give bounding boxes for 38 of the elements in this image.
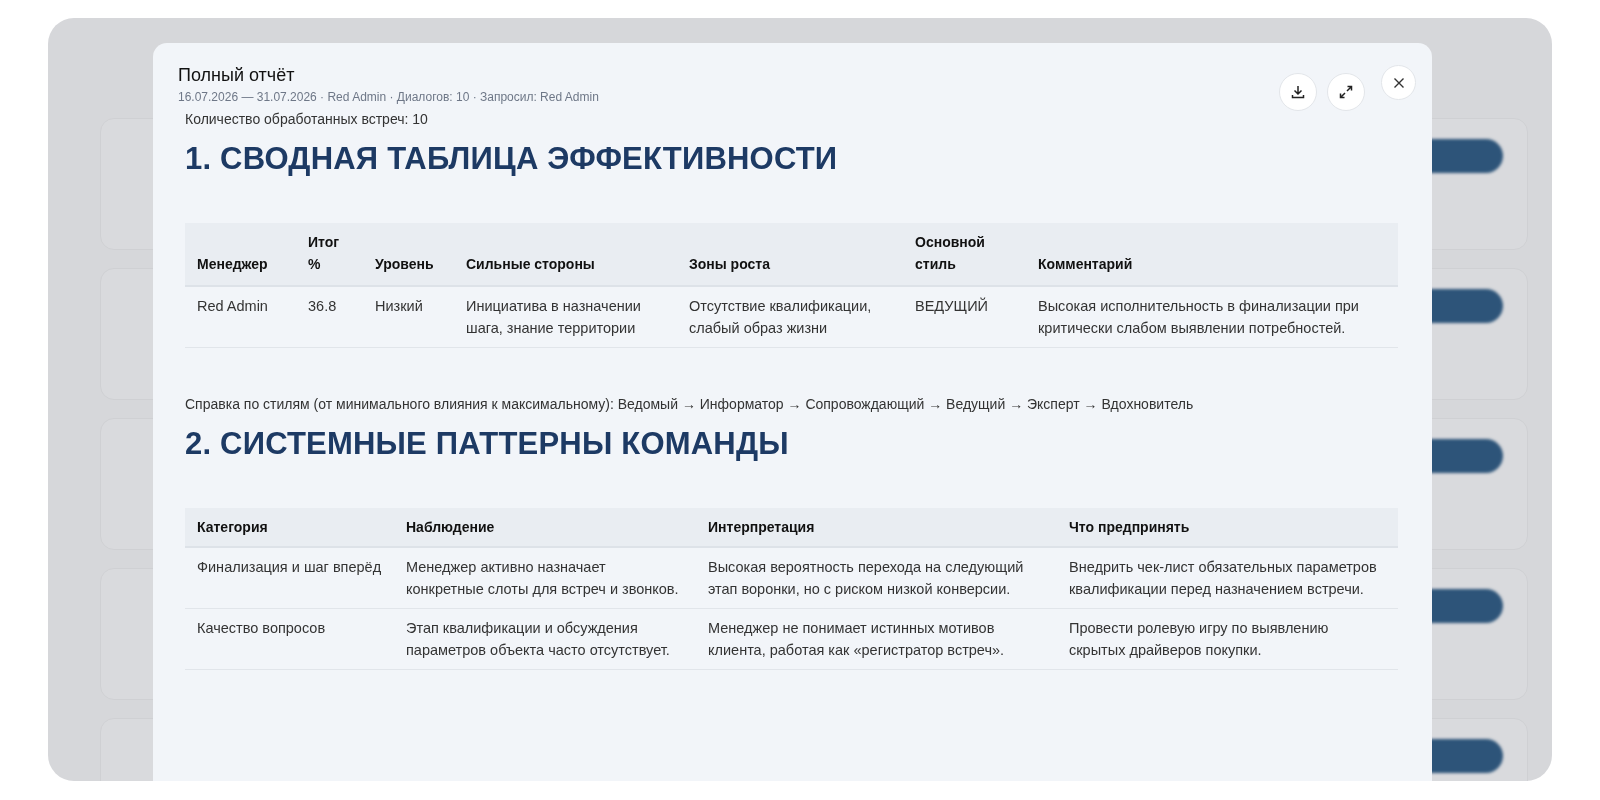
- modal-title: Полный отчёт: [178, 65, 296, 86]
- column-header: Зоны роста: [689, 256, 770, 272]
- table-cell: ВЕДУЩИЙ: [915, 298, 988, 314]
- table-cell: Качество вопросов: [197, 620, 326, 636]
- table-cell: Менеджер не понимает истинных мотивов клиента, работая как «регистратор встреч».: [708, 620, 1005, 658]
- table-cell: Провести ролевую игру по выявлению скрытых драйверов покупки.: [1069, 620, 1329, 658]
- table-cell: Финализация и шаг вперёд: [197, 559, 382, 575]
- column-header: Итог %: [308, 234, 340, 272]
- column-header: Комментарий: [1038, 256, 1133, 272]
- close-icon: [1392, 76, 1405, 89]
- report-intro: Количество обработанных встреч: 10: [185, 111, 429, 127]
- column-header: Сильные стороны: [466, 256, 595, 272]
- table-cell: Низкий: [375, 298, 423, 314]
- table-cell: Внедрить чек-лист обязательных параметров квалификации перед назначением встречи.: [1069, 559, 1377, 597]
- column-header: Менеджер: [197, 256, 268, 272]
- download-button[interactable]: [1279, 73, 1317, 111]
- column-header: Уровень: [375, 256, 434, 272]
- table-cell: Инициатива в назначении шага, знание территории: [466, 298, 641, 336]
- column-header: Основной стиль: [915, 234, 985, 272]
- table-cell: Высокая вероятность перехода на следующий этап воронки, но с риском низкой конверсии.: [708, 559, 1024, 597]
- column-header: Интерпретация: [708, 519, 815, 535]
- column-header: Наблюдение: [406, 519, 495, 535]
- table-cell: 36.8: [308, 298, 337, 314]
- column-header: Что предпринять: [1069, 519, 1190, 535]
- table-cell: Менеджер активно назначает конкретные слоты для встреч и звонков.: [406, 559, 679, 597]
- table-cell: Отсутствие квалификации, слабый образ жизни: [689, 298, 872, 336]
- style-reference-note: Справка по стилям (от минимального влияния к максимальному): Ведомый → Информатор → Сопровождающий → Ведущий → Эксперт → Вдохновитель: [185, 396, 1195, 412]
- section-heading: 2. СИСТЕМНЫЕ ПАТТЕРНЫ КОМАНДЫ: [185, 426, 790, 462]
- table-cell: Высокая исполнительность в финализации при критически слабом выявлении потребностей.: [1038, 298, 1359, 336]
- table-cell: Этап квалификации и обсуждения параметров объекта часто отсутствует.: [406, 620, 670, 658]
- download-icon: [1290, 84, 1306, 100]
- column-header: Категория: [197, 519, 268, 535]
- section-heading: 1. СВОДНАЯ ТАБЛИЦА ЭФФЕКТИВНОСТИ: [185, 141, 839, 177]
- modal-subtitle: 16.07.2026 — 31.07.2026 · Red Admin · Диалогов: 10 · Запросил: Red Admin: [178, 90, 600, 104]
- expand-icon: [1338, 84, 1354, 100]
- close-button[interactable]: [1381, 65, 1416, 100]
- table-cell: Red Admin: [197, 298, 268, 314]
- expand-button[interactable]: [1327, 73, 1365, 111]
